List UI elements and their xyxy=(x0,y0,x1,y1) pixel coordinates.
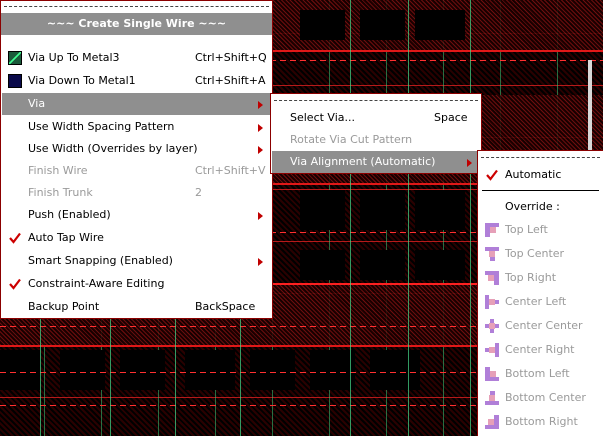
submenu-arrow-icon xyxy=(467,159,472,167)
menu-item-via-alignment[interactable]: Via Alignment (Automatic) xyxy=(272,151,480,173)
align-center-center[interactable]: Center Center xyxy=(479,315,602,337)
align-bottom-left[interactable]: Bottom Left xyxy=(479,363,602,385)
align-top-left-icon xyxy=(485,223,501,239)
align-bottom-center[interactable]: Bottom Center xyxy=(479,387,602,409)
menu-item-via-down-metal1[interactable]: Via Down To Metal1 Ctrl+Shift+A xyxy=(2,70,271,92)
create-single-wire-menu: ~~~ Create Single Wire ~~~ Via Up To Met… xyxy=(0,0,273,319)
menu-item-select-via[interactable]: Select Via... Space xyxy=(272,107,480,129)
align-bottom-left-icon xyxy=(485,367,501,383)
menu-divider xyxy=(482,190,599,191)
align-center-right-icon xyxy=(485,343,501,359)
align-center-center-icon xyxy=(485,319,501,335)
align-bottom-right[interactable]: Bottom Right xyxy=(479,411,602,433)
submenu-arrow-icon xyxy=(258,124,263,132)
align-bottom-center-icon xyxy=(485,391,501,407)
checkmark-icon xyxy=(486,169,498,181)
align-center-right[interactable]: Center Right xyxy=(479,339,602,361)
menu-item-finish-wire[interactable]: Finish Wire Ctrl+Shift+V xyxy=(2,160,271,182)
align-center-left[interactable]: Center Left xyxy=(479,291,602,313)
via-alignment-submenu: Automatic Override : Top Left Top Center… xyxy=(477,150,603,436)
menu-item-via[interactable]: Via xyxy=(2,93,271,115)
checkmark-icon xyxy=(9,232,21,244)
menu-item-smart-snapping[interactable]: Smart Snapping (Enabled) xyxy=(2,250,271,272)
submenu-arrow-icon xyxy=(258,258,263,266)
menu-item-auto-tap-wire[interactable]: Auto Tap Wire xyxy=(2,227,271,249)
align-bottom-right-icon xyxy=(485,415,501,431)
align-top-center[interactable]: Top Center xyxy=(479,243,602,265)
align-top-right-icon xyxy=(485,271,501,287)
menu-item-rotate-via-cut[interactable]: Rotate Via Cut Pattern xyxy=(272,129,480,151)
submenu-arrow-icon xyxy=(258,212,263,220)
menu-item-width-spacing-pattern[interactable]: Use Width Spacing Pattern xyxy=(2,116,271,138)
menu-item-constraint-aware-editing[interactable]: Constraint-Aware Editing xyxy=(2,273,271,295)
menu-item-via-up-metal3[interactable]: Via Up To Metal3 Ctrl+Shift+Q xyxy=(2,47,271,69)
align-top-right[interactable]: Top Right xyxy=(479,267,602,289)
checkmark-icon xyxy=(9,278,21,290)
metal1-swatch-icon xyxy=(8,74,22,88)
menu-item-automatic[interactable]: Automatic xyxy=(479,164,602,186)
submenu-arrow-icon xyxy=(258,101,263,109)
menu-item-backup-point[interactable]: Backup Point BackSpace xyxy=(2,296,271,318)
menu-title: ~~~ Create Single Wire ~~~ xyxy=(1,13,272,35)
align-center-left-icon xyxy=(485,295,501,311)
align-top-center-icon xyxy=(485,247,501,263)
override-header: Override : xyxy=(505,200,560,213)
submenu-arrow-icon xyxy=(258,146,263,154)
menu-item-push[interactable]: Push (Enabled) xyxy=(2,204,271,226)
via-submenu: Select Via... Space Rotate Via Cut Patte… xyxy=(270,93,482,174)
menu-item-finish-trunk[interactable]: Finish Trunk 2 xyxy=(2,182,271,204)
align-top-left[interactable]: Top Left xyxy=(479,219,602,241)
metal3-swatch-icon xyxy=(8,51,22,65)
menu-item-use-width[interactable]: Use Width (Overrides by layer) xyxy=(2,138,271,160)
